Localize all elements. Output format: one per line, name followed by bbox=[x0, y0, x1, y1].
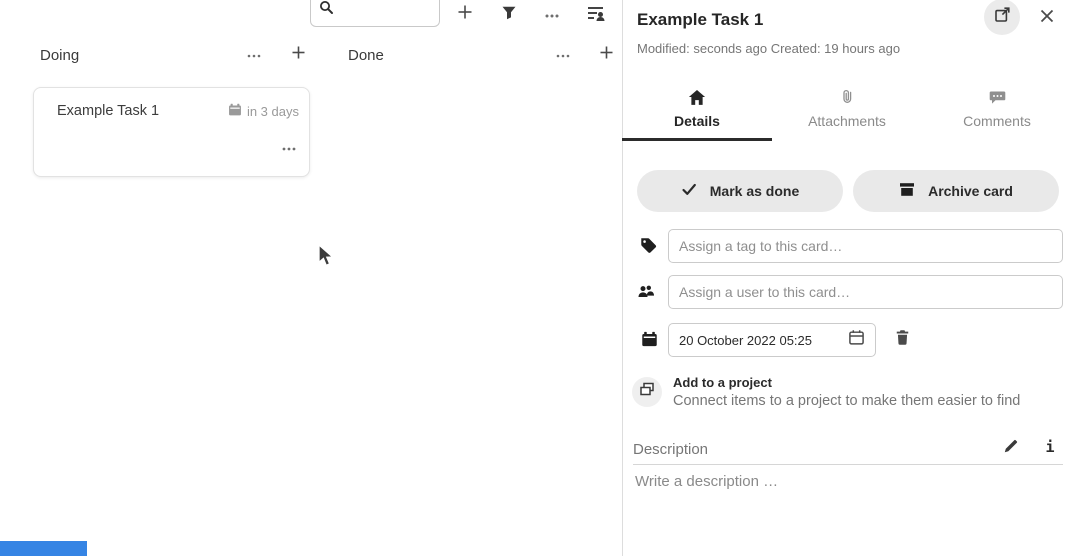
trash-icon bbox=[894, 329, 911, 351]
plus-icon bbox=[291, 45, 306, 65]
tab-attachments[interactable]: Attachments bbox=[772, 84, 922, 141]
search-field[interactable] bbox=[310, 0, 440, 27]
description-label: Description bbox=[633, 441, 708, 458]
assignees-list-icon bbox=[586, 3, 606, 28]
mark-as-done-button[interactable]: Mark as done bbox=[637, 170, 843, 212]
add-card-button[interactable] bbox=[451, 0, 479, 28]
tab-details[interactable]: Details bbox=[622, 84, 772, 141]
description-placeholder[interactable]: Write a description … bbox=[635, 473, 778, 490]
card-due-date: in 3 days bbox=[228, 103, 299, 120]
active-tab-underline bbox=[622, 138, 772, 141]
search-input[interactable] bbox=[337, 2, 433, 26]
due-date-value: 20 October 2022 05:25 bbox=[679, 333, 812, 348]
column-title-doing: Doing bbox=[40, 47, 79, 64]
add-to-project-subtitle: Connect items to a project to make them … bbox=[673, 393, 1020, 409]
edit-description-button[interactable] bbox=[997, 434, 1025, 462]
add-to-project-title[interactable]: Add to a project bbox=[673, 375, 772, 390]
card-more-button[interactable] bbox=[281, 141, 297, 162]
column-done-add-button[interactable] bbox=[592, 41, 620, 69]
archive-icon bbox=[899, 182, 915, 200]
filter-icon bbox=[501, 5, 517, 26]
assign-tag-input[interactable] bbox=[668, 229, 1063, 263]
tab-comments[interactable]: Comments bbox=[922, 84, 1072, 141]
column-title-done: Done bbox=[348, 47, 384, 64]
more-icon bbox=[543, 3, 561, 26]
description-underline bbox=[633, 464, 1063, 465]
home-icon bbox=[688, 84, 706, 106]
plus-icon bbox=[599, 45, 614, 65]
description-info-button[interactable]: i bbox=[1036, 433, 1064, 461]
assignees-view-button[interactable] bbox=[582, 1, 610, 29]
background-window-fragment bbox=[0, 541, 87, 556]
pencil-icon bbox=[1003, 438, 1019, 459]
plus-icon bbox=[456, 3, 474, 26]
tag-icon bbox=[639, 236, 657, 254]
card-title: Example Task 1 bbox=[57, 103, 159, 119]
column-done-more-button[interactable] bbox=[549, 41, 577, 69]
board-more-button[interactable] bbox=[538, 0, 566, 28]
column-doing-more-button[interactable] bbox=[240, 41, 268, 69]
more-icon bbox=[555, 45, 571, 66]
assign-user-input[interactable] bbox=[668, 275, 1063, 309]
open-in-window-button[interactable] bbox=[984, 0, 1020, 35]
remove-due-date-button[interactable] bbox=[888, 326, 916, 354]
column-doing-add-button[interactable] bbox=[284, 41, 312, 69]
open-datepicker-button[interactable] bbox=[848, 329, 865, 351]
close-panel-button[interactable] bbox=[1037, 8, 1057, 28]
close-icon bbox=[1039, 8, 1055, 29]
archive-card-button[interactable]: Archive card bbox=[853, 170, 1059, 212]
task-card[interactable]: Example Task 1 in 3 days bbox=[33, 87, 310, 177]
info-icon: i bbox=[1045, 438, 1054, 456]
comment-icon bbox=[989, 84, 1006, 106]
mouse-cursor bbox=[318, 244, 335, 274]
more-icon bbox=[246, 45, 262, 66]
users-icon bbox=[637, 282, 655, 300]
panel-title: Example Task 1 bbox=[637, 10, 763, 30]
panel-meta: Modified: seconds ago Created: 19 hours … bbox=[637, 41, 900, 56]
due-date-field[interactable]: 20 October 2022 05:25 bbox=[668, 323, 876, 357]
search-icon bbox=[319, 0, 334, 20]
calendar-icon bbox=[228, 103, 242, 120]
project-windows-icon bbox=[639, 382, 655, 402]
paperclip-icon bbox=[839, 84, 855, 106]
filter-button[interactable] bbox=[495, 1, 523, 29]
checkmark-icon bbox=[681, 182, 697, 200]
calendar-icon bbox=[640, 330, 658, 348]
add-to-project-button[interactable] bbox=[632, 377, 662, 407]
external-link-icon bbox=[994, 6, 1011, 28]
